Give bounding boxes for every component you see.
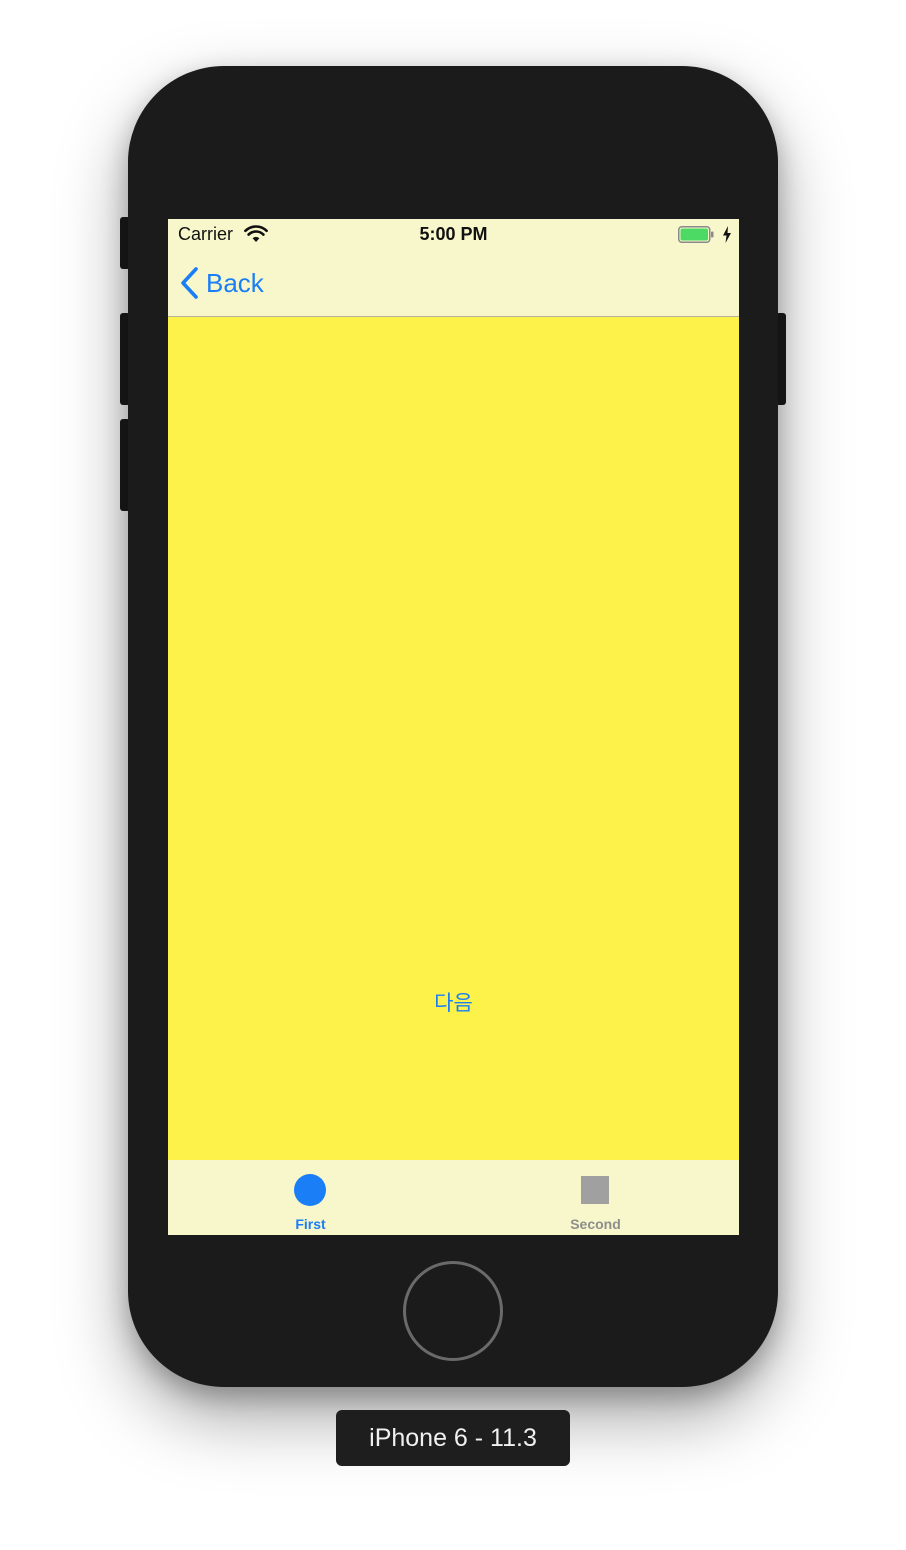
charging-bolt-icon (723, 226, 731, 243)
tab-bar: First Second (168, 1160, 739, 1235)
chevron-left-icon (181, 267, 198, 299)
tab-second-label: Second (570, 1216, 621, 1232)
simulator-stage: Carrier 5:00 PM Back 다음 First Second iPh… (0, 0, 906, 1550)
status-time: 5:00 PM (419, 224, 488, 244)
next-button[interactable]: 다음 (168, 987, 739, 1017)
back-button[interactable]: Back (178, 265, 264, 301)
device-screen: Carrier 5:00 PM Back 다음 First Second (168, 219, 739, 1235)
tab-first-label: First (295, 1216, 326, 1232)
back-button-label: Back (206, 267, 264, 298)
square-icon (581, 1176, 609, 1204)
tab-first[interactable]: First (168, 1160, 453, 1235)
status-bar: Carrier 5:00 PM (168, 219, 739, 251)
battery-icon (678, 226, 714, 243)
tab-second[interactable]: Second (453, 1160, 738, 1235)
navigation-bar: Back (168, 251, 739, 317)
device-name-label: iPhone 6 - 11.3 (336, 1410, 570, 1466)
circle-icon (294, 1174, 326, 1206)
home-button[interactable] (403, 1261, 503, 1361)
